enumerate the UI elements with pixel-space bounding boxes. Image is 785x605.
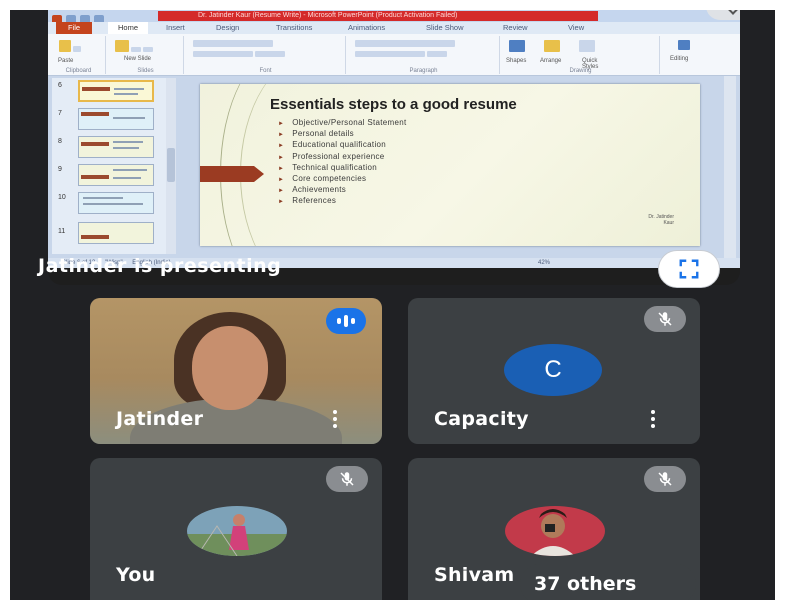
slide-thumbnail[interactable] [78,136,154,158]
ribbon-group-paragraph: Paragraph [348,36,500,74]
mic-off-icon [326,466,368,492]
ribbon: Paste Clipboard New Slide Slides Font Pa… [48,34,740,76]
presentation-share[interactable]: Dr. Jatinder Kaur (Resume Write) - Micro… [48,10,740,285]
slide-thumbnail[interactable] [78,80,154,102]
tab-animations[interactable]: Animations [348,23,385,32]
slide-footer-line: Kaur [663,220,674,226]
meeting-stage: Dr. Jatinder Kaur (Resume Write) - Micro… [10,10,775,600]
editing-button[interactable]: Editing [670,56,688,62]
slide-footer: Dr. Jatinder Kaur [648,214,674,226]
tab-design[interactable]: Design [216,23,239,32]
slide-bullet: Professional experience [278,152,406,163]
ribbon-group-font: Font [186,36,346,74]
thumb-number: 11 [58,228,66,235]
ribbon-group-editing: Editing [662,36,718,74]
tab-file[interactable]: File [56,22,92,34]
slide-bullet: Technical qualification [278,163,406,174]
slide-bullet: Educational qualification [278,140,406,151]
participant-tile-jatinder[interactable]: Jatinder [90,298,382,444]
slide-thumbnails: 6 7 8 9 10 11 [52,78,176,254]
participant-name: Capacity [434,408,529,430]
participant-name: You [116,564,156,586]
ribbon-group-label: Slides [137,68,154,74]
speaking-indicator-icon [326,308,366,334]
avatar: C [504,344,602,396]
editor-scrollbar[interactable] [724,76,736,258]
more-options-icon[interactable] [332,410,338,428]
arrange-button[interactable]: Arrange [540,58,561,64]
ribbon-group-clipboard: Paste Clipboard [52,36,106,74]
shapes-button[interactable]: Shapes [506,58,526,64]
tab-transitions[interactable]: Transitions [276,23,312,32]
participant-name: Jatinder [116,408,204,430]
slide-bullet: References [278,196,406,207]
slide-thumbnail[interactable] [78,164,154,186]
thumb-number: 9 [58,166,62,173]
thumb-number: 7 [58,110,62,117]
ribbon-tabs: File Home Insert Design Transitions Anim… [48,22,740,34]
ribbon-group-label: Clipboard [65,68,92,74]
thumbnails-scrollbar[interactable] [166,78,176,254]
ribbon-group-slides: New Slide Slides [108,36,184,74]
participant-tile-capacity[interactable]: C Capacity [408,298,700,444]
status-zoom[interactable]: 42% [538,258,550,268]
more-options-icon[interactable] [650,410,656,428]
slide-bullet-list: Objective/Personal Statement Personal de… [278,118,406,208]
tab-home[interactable]: Home [108,22,149,34]
mic-off-icon [644,466,686,492]
slide-thumbnail[interactable] [78,222,154,244]
new-slide-button[interactable]: New Slide [124,56,151,62]
others-count-button[interactable]: 37 others [520,564,696,600]
tab-view[interactable]: View [568,23,584,32]
fullscreen-icon [679,259,699,279]
ribbon-group-label: Font [259,68,272,74]
participant-name: Shivam [434,564,515,586]
fullscreen-button[interactable] [658,250,720,288]
ribbon-group-drawing: Shapes Arrange Quick Styles Drawing [502,36,660,74]
ppt-workspace: 6 7 8 9 10 11 Essentials steps to a good… [48,76,740,258]
presenting-label: Jatinder is presenting [38,255,282,277]
slide-bullet: Objective/Personal Statement [278,118,406,129]
avatar [187,506,287,556]
ribbon-group-label: Drawing [569,68,592,74]
participant-tile-you[interactable]: You [90,458,382,600]
tab-insert[interactable]: Insert [166,23,185,32]
ppt-window-title: Dr. Jatinder Kaur (Resume Write) - Micro… [158,11,598,21]
quick-access-toolbar [52,11,132,24]
ribbon-group-label: Paragraph [409,68,438,74]
slide-arrow-decoration [200,166,264,182]
mic-off-icon [644,306,686,332]
current-slide[interactable]: Essentials steps to a good resume Object… [200,84,700,246]
tab-review[interactable]: Review [503,23,528,32]
slide-bullet: Achievements [278,185,406,196]
slide-bullet: Core competencies [278,174,406,185]
slide-thumbnail[interactable] [78,108,154,130]
slide-title: Essentials steps to a good resume [270,96,517,113]
tab-slide-show[interactable]: Slide Show [426,23,464,32]
avatar [505,506,605,556]
thumb-number: 6 [58,82,62,89]
thumb-number: 8 [58,138,62,145]
thumb-number: 10 [58,194,66,201]
ppt-titlebar: Dr. Jatinder Kaur (Resume Write) - Micro… [48,10,740,24]
slide-bullet: Personal details [278,129,406,140]
paste-button[interactable]: Paste [58,58,73,64]
slide-thumbnail[interactable] [78,192,154,214]
